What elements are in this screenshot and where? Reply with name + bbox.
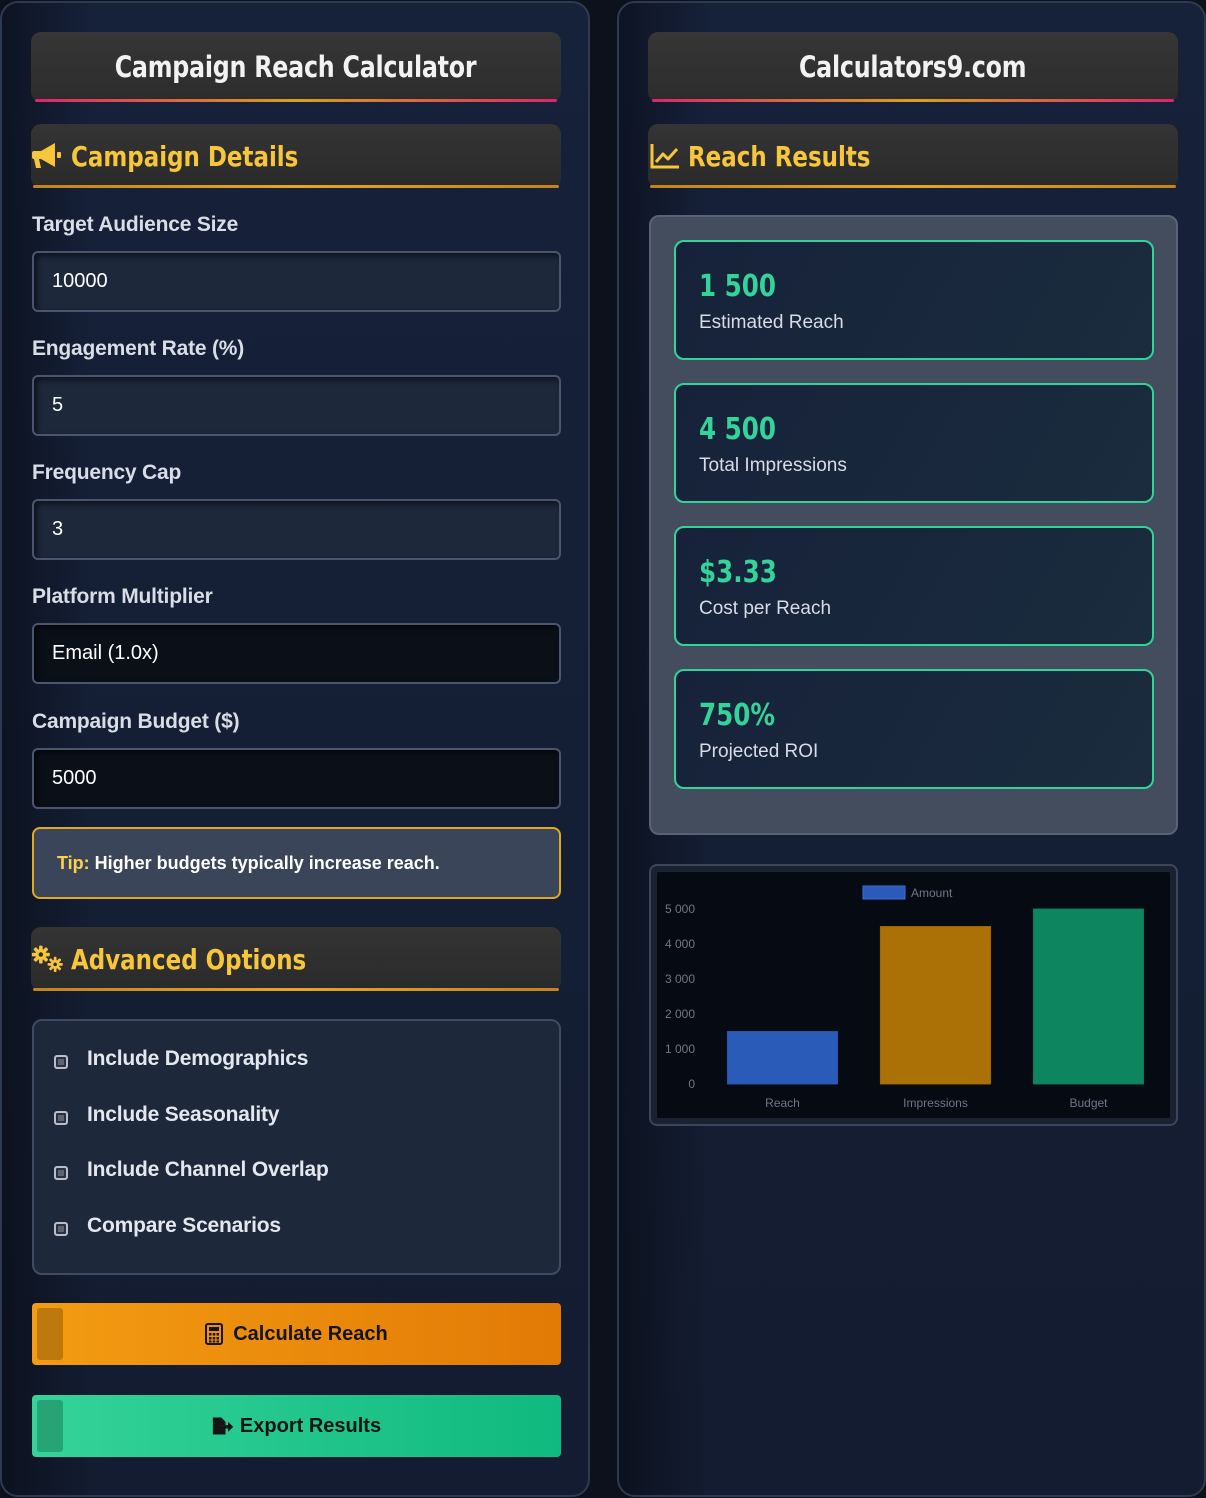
- projected-roi-value: 750%: [699, 698, 776, 733]
- advanced-options-title: Advanced Options: [71, 942, 307, 976]
- option-label: Include Demographics: [87, 1047, 309, 1070]
- estimated-reach-card: 1 500 Estimated Reach: [674, 240, 1154, 360]
- reach-chart-container: Amount 0 1 000 2 000 3 000 4 000 5 000 Reach Imp…: [649, 864, 1178, 1126]
- tip-label: Tip:: [57, 852, 90, 873]
- checkbox[interactable]: [54, 1166, 68, 1180]
- calculator-title: Campaign Reach Calculator: [115, 50, 477, 84]
- legend-swatch: [862, 885, 906, 900]
- calculator-icon: [205, 1323, 227, 1345]
- cost-per-reach-card: $3.33 Cost per Reach: [674, 526, 1154, 646]
- option-compare-scenarios[interactable]: Compare Scenarios: [54, 1211, 281, 1241]
- legend-label: Amount: [911, 886, 953, 900]
- projected-roi-card: 750% Projected ROI: [674, 669, 1154, 789]
- bar-budget: [1032, 908, 1145, 1085]
- tip-text: Higher budgets typically increase reach.: [94, 852, 440, 873]
- megaphone-icon: [31, 139, 65, 173]
- option-label: Include Channel Overlap: [87, 1158, 329, 1181]
- gears-icon: [31, 942, 65, 976]
- total-impressions-value: 4 500: [699, 412, 777, 447]
- bar-impressions: [879, 926, 992, 1085]
- reach-results-header: Reach Results: [648, 124, 1178, 188]
- total-impressions-label: Total Impressions: [699, 455, 847, 476]
- engagement-rate-input[interactable]: 5: [32, 375, 561, 436]
- chart-line-icon: [648, 139, 682, 173]
- total-impressions-card: 4 500 Total Impressions: [674, 383, 1154, 503]
- audience-size-label: Target Audience Size: [32, 213, 239, 236]
- calculate-reach-label: Calculate Reach: [233, 1322, 388, 1345]
- site-title-bar: Calculators9.com: [648, 32, 1178, 102]
- y-tick-label: 2 000: [665, 1007, 695, 1021]
- file-export-icon: [212, 1415, 234, 1437]
- y-tick-label: 5 000: [665, 902, 695, 916]
- calculate-reach-button[interactable]: Calculate Reach: [32, 1303, 561, 1365]
- tip-box: Tip: Higher budgets typically increase r…: [32, 827, 561, 899]
- x-tick-label: Budget: [1069, 1096, 1108, 1110]
- option-include-seasonality[interactable]: Include Seasonality: [54, 1100, 279, 1130]
- estimated-reach-label: Estimated Reach: [699, 312, 844, 333]
- campaign-budget-label: Campaign Budget ($): [32, 710, 240, 733]
- x-tick-label: Impressions: [903, 1096, 968, 1110]
- estimated-reach-value: 1 500: [699, 269, 777, 304]
- campaign-details-title: Campaign Details: [71, 139, 299, 173]
- checkbox[interactable]: [54, 1222, 68, 1236]
- reach-chart-canvas: Amount 0 1 000 2 000 3 000 4 000 5 000 Reach Imp…: [657, 872, 1170, 1118]
- engagement-rate-label: Engagement Rate (%): [32, 337, 245, 360]
- advanced-options-header: Advanced Options: [31, 927, 561, 991]
- y-tick-label: 0: [688, 1077, 695, 1091]
- option-include-channel-overlap[interactable]: Include Channel Overlap: [54, 1155, 329, 1185]
- results-panel: Calculators9.com Reach Results 1 500 Est…: [617, 1, 1206, 1497]
- frequency-cap-label: Frequency Cap: [32, 461, 182, 484]
- bar-reach: [726, 1031, 839, 1085]
- cost-per-reach-value: $3.33: [699, 555, 777, 590]
- platform-multiplier-label: Platform Multiplier: [32, 585, 213, 608]
- site-title: Calculators9.com: [799, 50, 1027, 84]
- projected-roi-label: Projected ROI: [699, 741, 819, 762]
- checkbox[interactable]: [54, 1111, 68, 1125]
- option-include-demographics[interactable]: Include Demographics: [54, 1044, 308, 1074]
- calculator-panel: Campaign Reach Calculator Campaign Detai…: [0, 1, 590, 1497]
- y-tick-label: 1 000: [665, 1042, 695, 1056]
- reach-chart: Amount 0 1 000 2 000 3 000 4 000 5 000 Reach Imp…: [665, 885, 1145, 1110]
- frequency-cap-input[interactable]: 3: [32, 499, 561, 560]
- campaign-details-header: Campaign Details: [31, 124, 561, 188]
- option-label: Include Seasonality: [87, 1103, 280, 1126]
- results-cards: 1 500 Estimated Reach 4 500 Total Impres…: [649, 215, 1178, 835]
- option-label: Compare Scenarios: [87, 1214, 281, 1237]
- y-tick-label: 4 000: [665, 937, 695, 951]
- platform-multiplier-select[interactable]: Email (1.0x): [32, 623, 561, 684]
- campaign-budget-input[interactable]: 5000: [32, 748, 561, 809]
- audience-size-input[interactable]: 10000: [32, 251, 561, 312]
- export-results-label: Export Results: [239, 1414, 382, 1437]
- advanced-options-list: Include Demographics Include Seasonality…: [32, 1019, 561, 1275]
- export-results-button[interactable]: Export Results: [32, 1395, 561, 1457]
- cost-per-reach-label: Cost per Reach: [699, 598, 832, 619]
- calculator-title-bar: Campaign Reach Calculator: [31, 32, 561, 102]
- y-tick-label: 3 000: [665, 972, 695, 986]
- checkbox[interactable]: [54, 1055, 68, 1069]
- reach-results-title: Reach Results: [688, 139, 871, 173]
- x-tick-label: Reach: [765, 1096, 800, 1110]
